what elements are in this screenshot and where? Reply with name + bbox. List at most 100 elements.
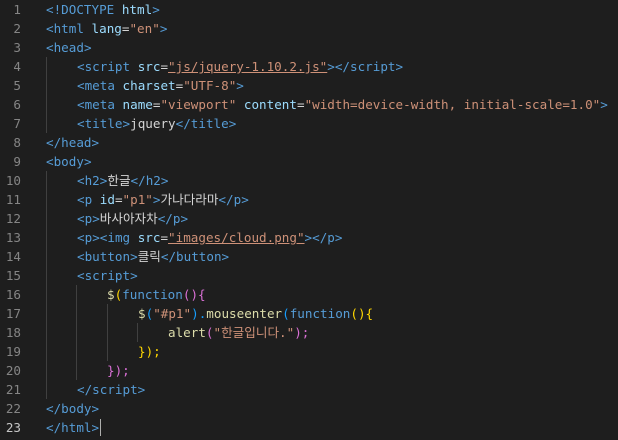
token: src — [137, 59, 161, 74]
token: alert — [168, 325, 206, 340]
token: mouseenter — [206, 306, 283, 321]
code-line: </head> — [46, 133, 99, 152]
token: button — [176, 249, 222, 264]
token: "#p1" — [153, 306, 192, 321]
code-line: <script> — [77, 266, 138, 285]
token: head — [53, 40, 84, 55]
token: script — [350, 59, 396, 74]
token: < — [77, 249, 85, 264]
token: = — [296, 97, 305, 112]
token: 바사아자차 — [99, 211, 158, 226]
token: = — [160, 230, 169, 245]
token: "p1" — [122, 192, 153, 207]
token: > — [83, 154, 92, 169]
token: script — [84, 59, 131, 74]
line-number: 8 — [13, 135, 21, 150]
line-number: 16 — [5, 287, 21, 302]
token: $ — [138, 306, 146, 321]
code-line: <h2>한글</h2> — [77, 171, 168, 190]
code-line: <p><img src="images/cloud.png"></p> — [77, 228, 342, 247]
code-line: <p>바사아자차</p> — [77, 209, 188, 228]
token: > — [130, 249, 138, 264]
token: ( — [205, 325, 214, 340]
line-number: 1 — [13, 2, 21, 17]
token: < — [77, 230, 85, 245]
indent-guide — [46, 171, 47, 399]
token: html — [53, 21, 84, 36]
token: function — [289, 306, 351, 321]
token: > — [236, 78, 244, 93]
indent-guide — [76, 285, 77, 380]
line-number: 21 — [5, 382, 21, 397]
code-line: }); — [138, 342, 161, 361]
code-line: <html lang="en"> — [46, 19, 167, 38]
line-number: 12 — [5, 211, 21, 226]
indent-guide — [46, 57, 47, 133]
token: (){ — [350, 306, 374, 321]
code-line: $("#p1").mouseenter(function(){ — [138, 304, 373, 323]
token: name — [122, 97, 153, 112]
token: </ — [77, 382, 93, 397]
token: charset — [122, 78, 176, 93]
line-number: 13 — [5, 230, 21, 245]
line-number: 18 — [5, 325, 21, 340]
token: src — [137, 230, 161, 245]
code-line: alert("한글입니다."); — [168, 323, 309, 342]
script-src-link[interactable]: "js/jquery-1.10.2.js" — [168, 59, 327, 74]
line-number: 6 — [13, 97, 21, 112]
token: html — [61, 420, 92, 435]
line-number: 22 — [5, 401, 21, 416]
line-number: 4 — [13, 59, 21, 74]
line-number: 10 — [5, 173, 21, 188]
token: meta — [84, 97, 115, 112]
token: > — [122, 116, 131, 131]
token: ></ — [304, 230, 328, 245]
token: }); — [107, 363, 130, 378]
token: id — [99, 192, 115, 207]
token: jquery — [130, 116, 176, 131]
token: lang — [91, 21, 122, 36]
token: </ — [46, 420, 62, 435]
token: </ — [218, 192, 234, 207]
token: < — [46, 154, 54, 169]
line-number-active: 23 — [5, 420, 21, 435]
token: "viewport" — [160, 97, 237, 112]
token: "en" — [129, 21, 160, 36]
code-line: </body> — [46, 399, 99, 418]
token: < — [77, 173, 85, 188]
token: meta — [84, 78, 115, 93]
token: < — [77, 59, 85, 74]
line-number: 3 — [13, 40, 21, 55]
token: > — [395, 59, 404, 74]
img-src-link[interactable]: "images/cloud.png" — [168, 230, 304, 245]
code-line: <meta name="viewport" content="width=dev… — [77, 95, 608, 114]
line-number: 15 — [5, 268, 21, 283]
code-line: <button>클릭</button> — [77, 247, 229, 266]
token: = — [160, 59, 169, 74]
token: $ — [107, 287, 115, 302]
token: < — [77, 211, 85, 226]
token: > — [228, 116, 237, 131]
line-number: 17 — [5, 306, 21, 321]
token: function — [122, 287, 183, 302]
line-number-gutter: 1 2 3 4 5 6 7 8 9 10 11 12 13 14 15 16 1… — [0, 0, 28, 440]
token: < — [77, 268, 85, 283]
code-line: <meta charset="UTF-8"> — [77, 76, 244, 95]
token: < — [46, 21, 54, 36]
token: "UTF-8" — [183, 78, 237, 93]
code-editor[interactable]: 1 2 3 4 5 6 7 8 9 10 11 12 13 14 15 16 1… — [0, 0, 618, 440]
token: content — [243, 97, 297, 112]
token: > — [91, 401, 100, 416]
text-cursor — [100, 419, 102, 436]
token: 가나다라마 — [160, 192, 219, 207]
token: </ — [46, 135, 62, 150]
line-number: 2 — [13, 21, 21, 36]
token: ></ — [327, 59, 351, 74]
token: > — [91, 135, 100, 150]
